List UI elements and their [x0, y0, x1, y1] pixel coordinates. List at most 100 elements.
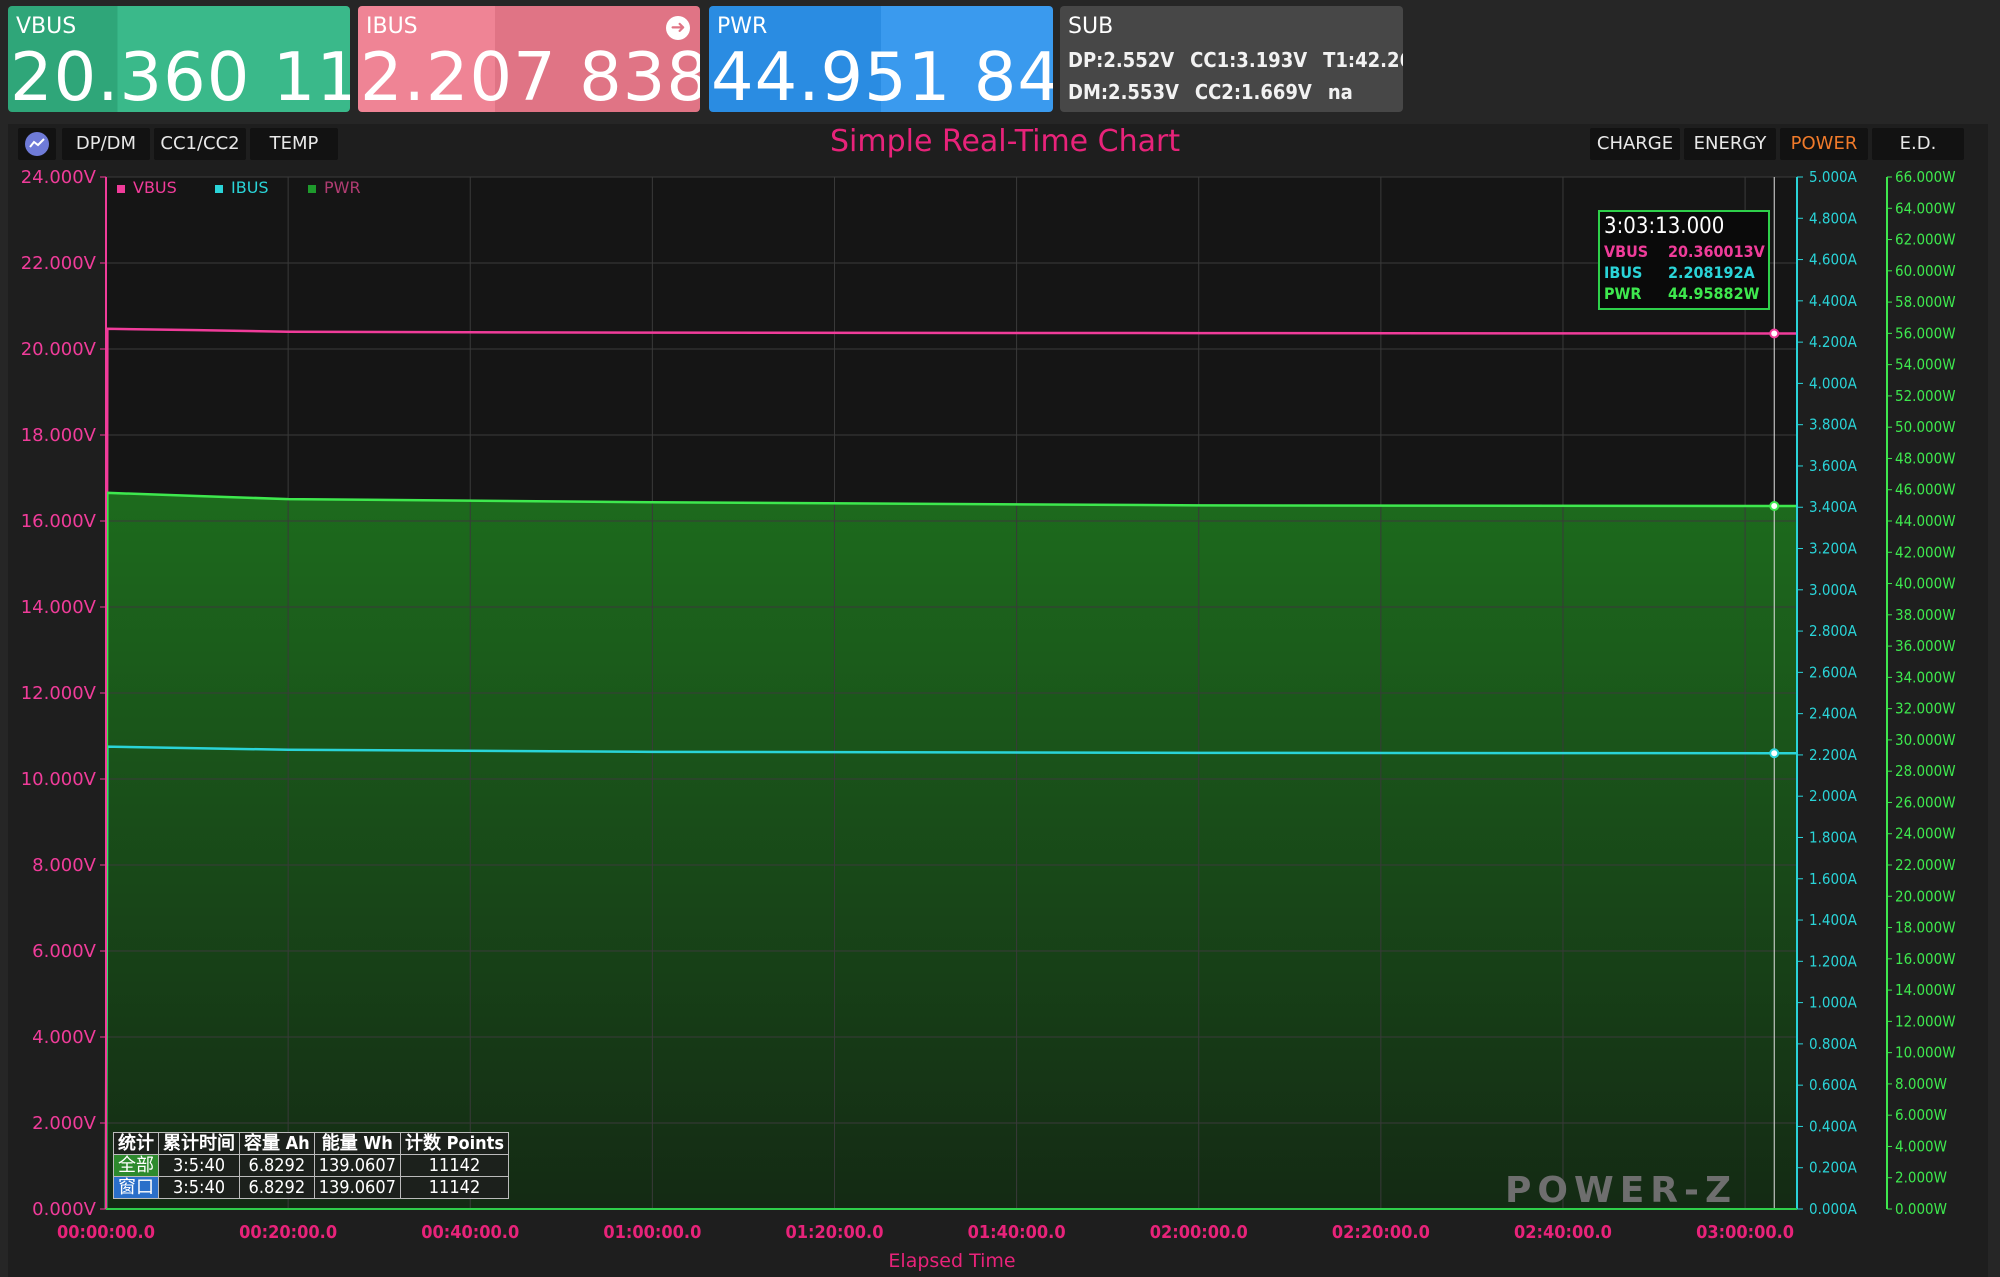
pwr-tick-label: 12.000W — [1895, 1012, 1956, 1030]
pwr-tick-label: 0.000W — [1895, 1200, 1947, 1218]
ibus-tick-label: 2.400A — [1809, 705, 1858, 723]
tooltip-pwr-value: 44.95882W — [1668, 284, 1760, 303]
vbus-tick-label: 24.000V — [21, 167, 97, 188]
chart-line-icon — [25, 132, 49, 156]
x-tick-label: 01:00:00.0 — [603, 1222, 701, 1243]
tab-temp[interactable]: TEMP — [250, 128, 338, 160]
legend-swatch-ibus — [215, 184, 223, 193]
cursor-marker-vbus — [1769, 328, 1780, 339]
pwr-tick-label: 8.000W — [1895, 1075, 1947, 1093]
legend-pwr[interactable]: PWR — [308, 178, 361, 197]
legend-pwr-label: PWR — [324, 178, 361, 197]
ibus-tick-label: 0.400A — [1809, 1117, 1858, 1135]
legend-vbus-label: VBUS — [133, 178, 177, 197]
pwr-tick-label: 22.000W — [1895, 856, 1956, 874]
ibus-tick-label: 3.400A — [1809, 498, 1858, 516]
tooltip-ibus-name: IBUS — [1604, 263, 1643, 282]
legend-vbus[interactable]: VBUS — [117, 178, 177, 197]
ibus-tick-label: 3.200A — [1809, 540, 1858, 558]
pwr-tick-label: 32.000W — [1895, 700, 1956, 718]
pwr-tick-label: 6.000W — [1895, 1106, 1947, 1124]
tooltip-pwr-name: PWR — [1604, 284, 1642, 303]
stats-cell: 6.8292 — [239, 1154, 315, 1177]
vbus-tick-label: 16.000V — [21, 511, 97, 532]
ibus-tick-label: 3.600A — [1809, 457, 1858, 475]
ibus-tick-label: 1.600A — [1809, 870, 1858, 888]
vbus-tick-label: 0.000V — [32, 1199, 97, 1220]
tab-energy[interactable]: ENERGY — [1684, 128, 1776, 160]
stats-header: 能量 Wh — [313, 1132, 401, 1155]
pwr-tick-label: 62.000W — [1895, 231, 1956, 249]
tab-cc1-cc2[interactable]: CC1/CC2 — [154, 128, 246, 160]
legend-swatch-vbus — [117, 184, 125, 193]
tab-charge[interactable]: CHARGE — [1590, 128, 1680, 160]
ibus-tick-label: 4.200A — [1809, 333, 1858, 351]
tooltip-row-ibus: IBUS 2.208192A — [1604, 263, 1755, 282]
pwr-tick-label: 14.000W — [1895, 981, 1956, 999]
tooltip-vbus-value: 20.360013V — [1668, 242, 1765, 261]
ibus-tick-label: 3.000A — [1809, 581, 1858, 599]
tab-dp-dm[interactable]: DP/DM — [62, 128, 150, 160]
stats-cell: 6.8292 — [239, 1176, 315, 1199]
cursor-marker-pwr — [1769, 500, 1780, 511]
legend-ibus[interactable]: IBUS — [215, 178, 269, 197]
pwr-tick-label: 66.000W — [1895, 168, 1956, 186]
vbus-tick-label: 20.000V — [21, 339, 97, 360]
ibus-tick-label: 2.200A — [1809, 746, 1858, 764]
pwr-tick-label: 4.000W — [1895, 1137, 1947, 1155]
ibus-tick-label: 1.000A — [1809, 994, 1858, 1012]
vbus-tick-label: 2.000V — [32, 1113, 97, 1134]
legend-swatch-pwr — [308, 184, 316, 193]
x-tick-label: 03:00:00.0 — [1696, 1222, 1794, 1243]
pwr-tick-label: 24.000W — [1895, 825, 1956, 843]
statistics-table: 统计 累计时间 容量 Ah 能量 Wh 计数 Points 全部 3:5:40 … — [113, 1132, 510, 1199]
chart-mode-icon[interactable] — [18, 128, 56, 160]
ibus-tick-label: 5.000A — [1809, 168, 1858, 186]
tab-ed[interactable]: E.D. — [1872, 128, 1964, 160]
x-axis-label: Elapsed Time — [888, 1250, 1015, 1272]
cursor-tooltip: 3:03:13.000 VBUS 20.360013V IBUS 2.208192A… — [1598, 210, 1770, 310]
ibus-tick-label: 0.000A — [1809, 1200, 1858, 1218]
stats-row-label: 窗口 — [113, 1176, 159, 1199]
ibus-tick-label: 4.800A — [1809, 209, 1858, 227]
vbus-tick-label: 18.000V — [21, 425, 97, 446]
vbus-tick-label: 8.000V — [32, 855, 97, 876]
pwr-tick-label: 50.000W — [1895, 418, 1956, 436]
stats-header-row: 统计 累计时间 容量 Ah 能量 Wh 计数 Points — [113, 1132, 510, 1155]
vbus-tick-label: 12.000V — [21, 683, 97, 704]
pwr-tick-label: 10.000W — [1895, 1044, 1956, 1062]
x-tick-label: 01:20:00.0 — [785, 1222, 883, 1243]
ibus-tick-label: 2.000A — [1809, 787, 1858, 805]
table-row: 全部 3:5:40 6.8292 139.0607 11142 — [113, 1154, 510, 1177]
tooltip-time: 3:03:13.000 — [1604, 214, 1725, 239]
pwr-tick-label: 56.000W — [1895, 324, 1956, 342]
ibus-tick-label: 4.600A — [1809, 251, 1858, 269]
ibus-tick-label: 3.800A — [1809, 416, 1858, 434]
pwr-tick-label: 42.000W — [1895, 543, 1956, 561]
x-tick-label: 00:00:00.0 — [57, 1222, 155, 1243]
ibus-tick-label: 0.800A — [1809, 1035, 1858, 1053]
cursor-marker-ibus — [1769, 748, 1780, 759]
tooltip-row-vbus: VBUS 20.360013V — [1604, 242, 1765, 261]
table-row: 窗口 3:5:40 6.8292 139.0607 11142 — [113, 1176, 510, 1199]
ibus-tick-label: 4.000A — [1809, 374, 1858, 392]
pwr-tick-label: 2.000W — [1895, 1169, 1947, 1187]
pwr-tick-label: 20.000W — [1895, 887, 1956, 905]
power-z-watermark: POWER-Z — [1505, 1170, 1738, 1211]
vbus-tick-label: 14.000V — [21, 597, 97, 618]
x-tick-label: 02:40:00.0 — [1514, 1222, 1612, 1243]
realtime-chart[interactable]: 0.000V 2.000V 4.000V 6.000V 8.000V 10.000V 12.… — [0, 0, 2000, 1277]
pwr-tick-label: 26.000W — [1895, 793, 1956, 811]
stats-header: 累计时间 — [158, 1132, 240, 1155]
pwr-tick-label: 34.000W — [1895, 668, 1956, 686]
tab-power[interactable]: POWER — [1780, 128, 1868, 160]
stats-cell: 139.0607 — [313, 1154, 401, 1177]
x-tick-label: 00:20:00.0 — [239, 1222, 337, 1243]
tooltip-ibus-value: 2.208192A — [1668, 263, 1755, 282]
ibus-tick-label: 0.600A — [1809, 1076, 1858, 1094]
vbus-tick-label: 22.000V — [21, 253, 97, 274]
legend-ibus-label: IBUS — [231, 178, 269, 197]
vbus-tick-label: 10.000V — [21, 769, 97, 790]
pwr-tick-label: 60.000W — [1895, 262, 1956, 280]
pwr-tick-label: 30.000W — [1895, 731, 1956, 749]
